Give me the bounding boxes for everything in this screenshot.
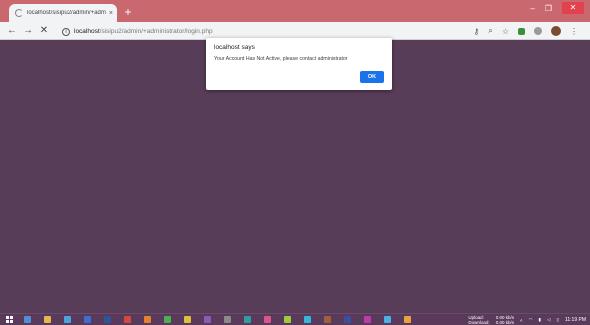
clock[interactable]: 11:19 PM: [565, 317, 586, 323]
download-label: Download:: [468, 320, 490, 325]
tab-title: localhost/sisipu2/admin/+adm: [27, 10, 106, 16]
app-amber-taskbar-icon[interactable]: [404, 316, 411, 323]
app-lime-taskbar-icon[interactable]: [284, 316, 291, 323]
app-word-taskbar-icon[interactable]: [104, 316, 111, 323]
windows-start-icon[interactable]: [6, 316, 13, 323]
back-button[interactable]: ←: [6, 24, 18, 38]
maximize-button[interactable]: ❐: [545, 4, 552, 13]
app-green-taskbar-icon[interactable]: [164, 316, 171, 323]
close-window-button[interactable]: ✕: [562, 2, 584, 14]
address-bar[interactable]: i localhost/sisipu2/admin/+administrator…: [62, 26, 362, 37]
forward-button[interactable]: →: [22, 24, 34, 38]
ok-button[interactable]: OK: [360, 71, 384, 83]
minimize-button[interactable]: –: [530, 4, 534, 13]
screen: localhost/sisipu2/admin/+adm × + – ❐ ✕ ←…: [0, 0, 590, 325]
extension-icon[interactable]: [518, 27, 525, 35]
app-brown-taskbar-icon[interactable]: [324, 316, 331, 323]
system-tray: Upload: Download: 0.00 kb/s 0.00 kb/s ˄ …: [468, 314, 586, 325]
network-speed-values: 0.00 kb/s 0.00 kb/s: [496, 315, 514, 325]
dialog-title: localhost says: [214, 44, 255, 51]
app-cyan-taskbar-icon[interactable]: [304, 316, 311, 323]
info-icon[interactable]: i: [62, 27, 70, 36]
app-pink-taskbar-icon[interactable]: [264, 316, 271, 323]
bookmark-star-icon[interactable]: ☆: [502, 27, 509, 36]
new-tab-button[interactable]: +: [121, 5, 135, 19]
app-blue-taskbar-icon[interactable]: [84, 316, 91, 323]
loading-icon: [15, 9, 23, 17]
volume-icon[interactable]: ◁: [547, 317, 550, 323]
menu-icon[interactable]: ⋮: [570, 27, 578, 36]
wifi-icon[interactable]: ◠: [529, 317, 533, 323]
extension-icon[interactable]: [534, 27, 542, 35]
tab-close-icon[interactable]: ×: [109, 10, 113, 17]
chevron-up-icon[interactable]: ˄: [520, 318, 523, 323]
app-navy-taskbar-icon[interactable]: [344, 316, 351, 323]
browser-titlebar: localhost/sisipu2/admin/+adm × + – ❐ ✕: [0, 0, 590, 22]
key-icon[interactable]: ⚷: [473, 27, 479, 36]
network-speed-labels: Upload: Download:: [468, 315, 489, 325]
chrome-taskbar-icon[interactable]: [64, 316, 71, 323]
signal-icon[interactable]: ▮: [539, 317, 541, 323]
taskbar: Upload: Download: 0.00 kb/s 0.00 kb/s ˄ …: [0, 313, 590, 325]
toolbar-icons: ⚷ ⌕ ☆ ⋮: [473, 24, 578, 38]
url-host: localhost: [74, 28, 100, 35]
folder-taskbar-icon[interactable]: [44, 316, 51, 323]
dialog-message: Your Account Has Not Active, please cont…: [214, 56, 348, 62]
window-controls: – ❐ ✕: [530, 2, 584, 14]
download-speed: 0.00 kb/s: [495, 320, 514, 325]
alert-dialog: localhost says Your Account Has Not Acti…: [206, 38, 392, 90]
url-path: /sisipu2/admin/+administrator/login.php: [99, 28, 213, 35]
file-explorer-taskbar-icon[interactable]: [24, 316, 31, 323]
app-sky-taskbar-icon[interactable]: [384, 316, 391, 323]
browser-tab[interactable]: localhost/sisipu2/admin/+adm ×: [9, 4, 117, 22]
search-icon[interactable]: ⌕: [488, 26, 492, 36]
app-orange-taskbar-icon[interactable]: [144, 316, 151, 323]
battery-icon[interactable]: ▯: [556, 317, 558, 323]
app-purple-taskbar-icon[interactable]: [204, 316, 211, 323]
profile-avatar[interactable]: [551, 26, 561, 36]
stop-button[interactable]: ✕: [38, 24, 50, 38]
app-magenta-taskbar-icon[interactable]: [364, 316, 371, 323]
app-red-taskbar-icon[interactable]: [124, 316, 131, 323]
app-gray-taskbar-icon[interactable]: [224, 316, 231, 323]
app-yellow-taskbar-icon[interactable]: [184, 316, 191, 323]
app-teal-taskbar-icon[interactable]: [244, 316, 251, 323]
